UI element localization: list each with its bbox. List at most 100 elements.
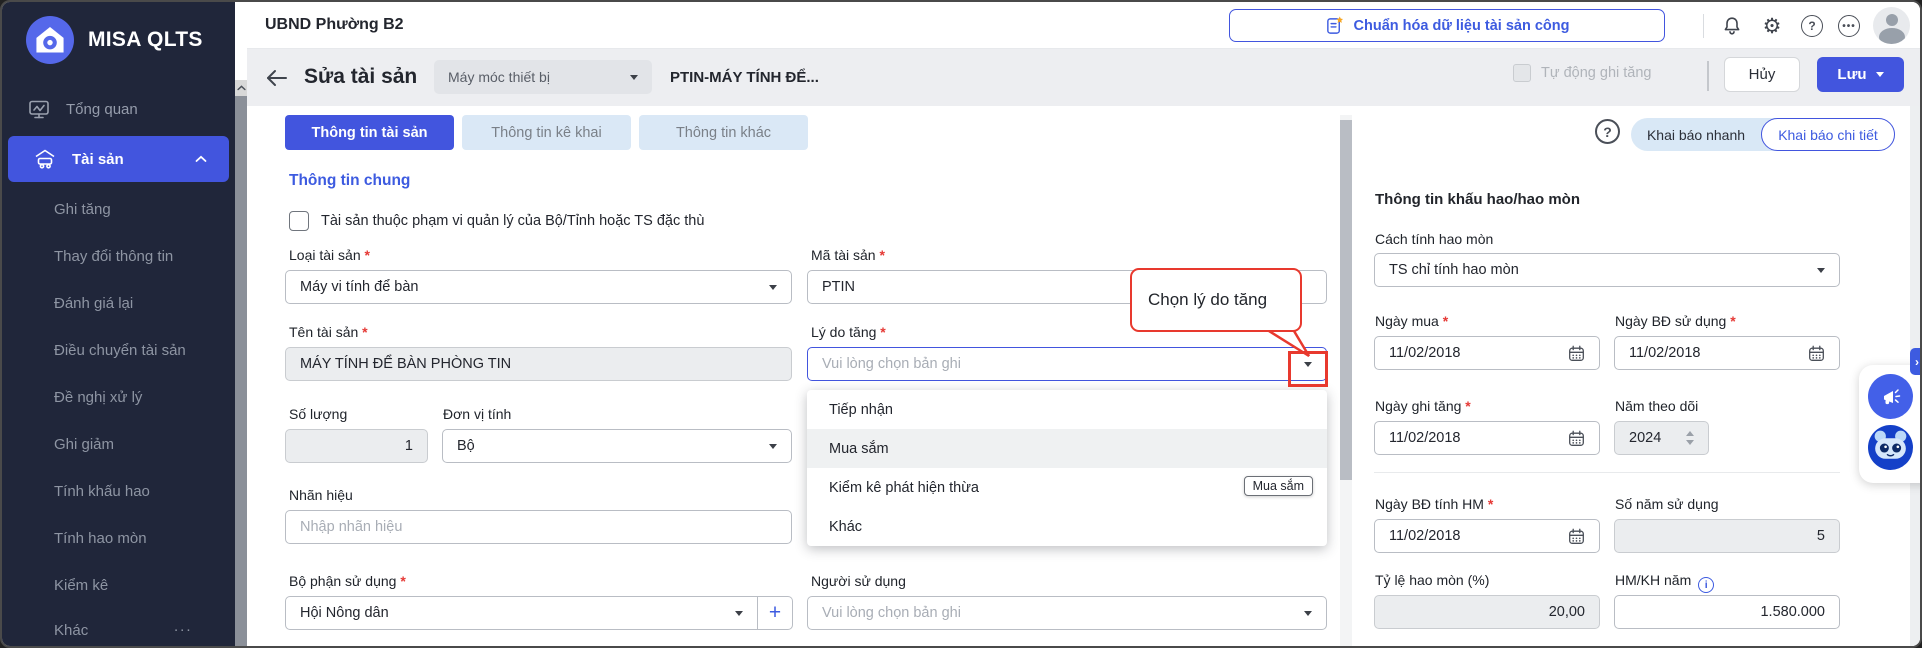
asset-type-select[interactable]: Máy vi tính để bàn [285,270,792,304]
sidebar-subitem-danh-gia[interactable]: Đánh giá lại [54,295,133,312]
scope-checkbox[interactable] [289,211,309,231]
tab-asset-info[interactable]: Thông tin tài sản [285,115,454,150]
hm-start-date-label: Ngày BĐ tính HM [1375,496,1493,512]
sidebar-item-label: Tài sản [72,151,124,168]
purchase-date-value: 11/02/2018 [1389,345,1461,361]
asset-type-value: Máy vi tính để bàn [300,279,419,295]
panel-divider [1374,472,1840,473]
auto-record-checkbox[interactable] [1513,64,1531,82]
mode-quick-declare[interactable]: Khai báo nhanh [1631,118,1761,151]
hm-start-date-input[interactable]: 11/02/2018 [1374,519,1600,553]
department-value: Hội Nông dân [300,605,389,621]
notifications-button[interactable] [1720,14,1744,38]
announcements-button[interactable] [1868,374,1913,419]
wear-rate-value: 20,00 [1549,604,1585,620]
calendar-icon[interactable] [1568,430,1585,447]
chevron-up-icon [237,85,246,91]
sidebar-scrollbar[interactable] [235,80,247,648]
dropdown-option-kiem-ke[interactable]: Kiểm kê phát hiện thừa Mua sắm [807,468,1327,507]
megaphone-icon [1879,385,1903,409]
save-label: Lưu [1837,66,1866,83]
sidebar-subitem-ghi-giam[interactable]: Ghi giảm [54,436,114,453]
department-label: Bộ phận sử dụng [289,573,406,589]
track-year-label: Năm theo dõi [1615,398,1698,414]
main-content: Thông tin tài sản Thông tin kê khai Thôn… [247,106,1922,648]
unit-label: Đơn vị tính [443,406,511,422]
add-department-button[interactable]: + [758,596,793,630]
form-help-button[interactable]: ? [1595,119,1620,144]
app-logo[interactable]: MISA QLTS [2,2,235,78]
quantity-value: 1 [405,438,413,454]
save-button[interactable]: Lưu [1817,57,1904,92]
chevron-down-icon [1817,268,1825,273]
record-date-value: 11/02/2018 [1389,430,1461,446]
normalize-data-button[interactable]: Chuẩn hóa dữ liệu tài sản công [1229,9,1665,42]
cancel-button[interactable]: Hủy [1724,57,1800,92]
brand-label: Nhãn hiệu [289,487,353,503]
sidebar-subitem-ghi-tang[interactable]: Ghi tăng [54,201,111,218]
user-avatar[interactable] [1873,7,1910,44]
increase-reason-dropdown-list: Tiếp nhận Mua sắm Kiểm kê phát hiện thừa… [807,390,1327,546]
depreciation-method-select[interactable]: TS chỉ tính hao mòn [1374,253,1840,287]
tab-declaration-info[interactable]: Thông tin kê khai [462,115,631,150]
more-menu-button[interactable]: ••• [1837,14,1861,38]
calendar-icon[interactable] [1568,528,1585,545]
asset-category-value: Máy móc thiết bị [448,69,550,85]
dropdown-option-label: Kiểm kê phát hiện thừa [829,480,979,496]
chevron-down-icon [769,285,777,290]
mode-detail-declare[interactable]: Khai báo chi tiết [1761,118,1895,151]
brand-input[interactable]: Nhập nhãn hiệu [285,510,792,544]
sidebar-subitem-thay-doi[interactable]: Thay đổi thông tin [54,248,173,265]
organization-name: UBND Phường B2 [265,16,404,34]
start-use-date-input[interactable]: 11/02/2018 [1614,336,1840,370]
top-header: UBND Phường B2 Chuẩn hóa dữ liệu tài sản… [247,2,1922,49]
asset-name-label: Tên tài sản [289,324,368,340]
record-date-input[interactable]: 11/02/2018 [1374,421,1600,455]
chatbot-assistant-button[interactable] [1868,425,1913,470]
unit-select[interactable]: Bộ [442,429,792,463]
sidebar-scroll-up-arrow[interactable] [235,80,247,96]
start-use-date-value: 11/02/2018 [1629,345,1701,361]
wear-rate-label: Tỷ lệ hao mòn (%) [1375,572,1489,588]
back-arrow-icon[interactable] [264,69,288,87]
question-icon: ? [1801,15,1823,37]
calendar-icon[interactable] [1568,345,1585,362]
use-years-input: 5 [1614,519,1840,553]
tab-other-info[interactable]: Thông tin khác [639,115,808,150]
dashboard-icon [28,98,50,120]
increase-reason-combobox[interactable]: Vui lòng chọn bản ghi [807,347,1327,381]
sidebar-item-overview[interactable]: Tổng quan [2,88,235,130]
track-year-stepper: 2024 [1614,421,1709,455]
dropdown-option-mua-sam[interactable]: Mua sắm [807,429,1327,468]
asset-code-breadcrumb: PTIN-MÁY TÍNH ĐỂ... [670,69,819,86]
app-window: MISA QLTS Tổng quan Tài sản Ghi tăng Tha… [0,0,1922,648]
unit-value: Bộ [457,438,475,454]
settings-button[interactable]: ⚙ [1760,14,1784,38]
chevron-down-icon [1304,611,1312,616]
info-icon[interactable]: i [1698,577,1714,593]
sidebar-subitem-khac[interactable]: Khác [54,622,88,639]
increase-reason-label: Lý do tăng [811,324,886,340]
form-scrollbar-thumb[interactable] [1340,120,1352,480]
dropdown-option-khac[interactable]: Khác [807,507,1327,546]
help-button[interactable]: ? [1800,14,1824,38]
sidebar-item-assets[interactable]: Tài sản [8,136,229,182]
chevron-down-icon [630,75,638,80]
sidebar-subitem-de-nghi[interactable]: Đề nghị xử lý [54,389,142,406]
sidebar-subitem-kiem-ke[interactable]: Kiểm kê [54,577,108,594]
hm-year-input[interactable]: 1.580.000 [1614,595,1840,629]
hm-year-label-text: HM/KH năm [1615,572,1691,588]
user-select[interactable]: Vui lòng chọn bản ghi [807,596,1327,630]
department-select[interactable]: Hội Nông dân [285,596,758,630]
calendar-icon[interactable] [1808,345,1825,362]
chevron-down-icon [735,611,743,616]
sidebar-subitem-dieu-chuyen[interactable]: Điều chuyển tài sản [54,342,186,359]
panel-expand-tab[interactable]: › [1910,348,1922,375]
asset-category-dropdown[interactable]: Máy móc thiết bị [434,60,652,94]
asset-type-label: Loại tài sản [289,247,370,263]
sidebar-subitem-tinh-hao-mon[interactable]: Tính hao mòn [54,530,147,547]
dropdown-option-tiep-nhan[interactable]: Tiếp nhận [807,390,1327,429]
purchase-date-input[interactable]: 11/02/2018 [1374,336,1600,370]
sidebar-more-dots[interactable]: ... [174,618,193,635]
sidebar-subitem-tinh-khau-hao[interactable]: Tính khấu hao [54,483,150,500]
